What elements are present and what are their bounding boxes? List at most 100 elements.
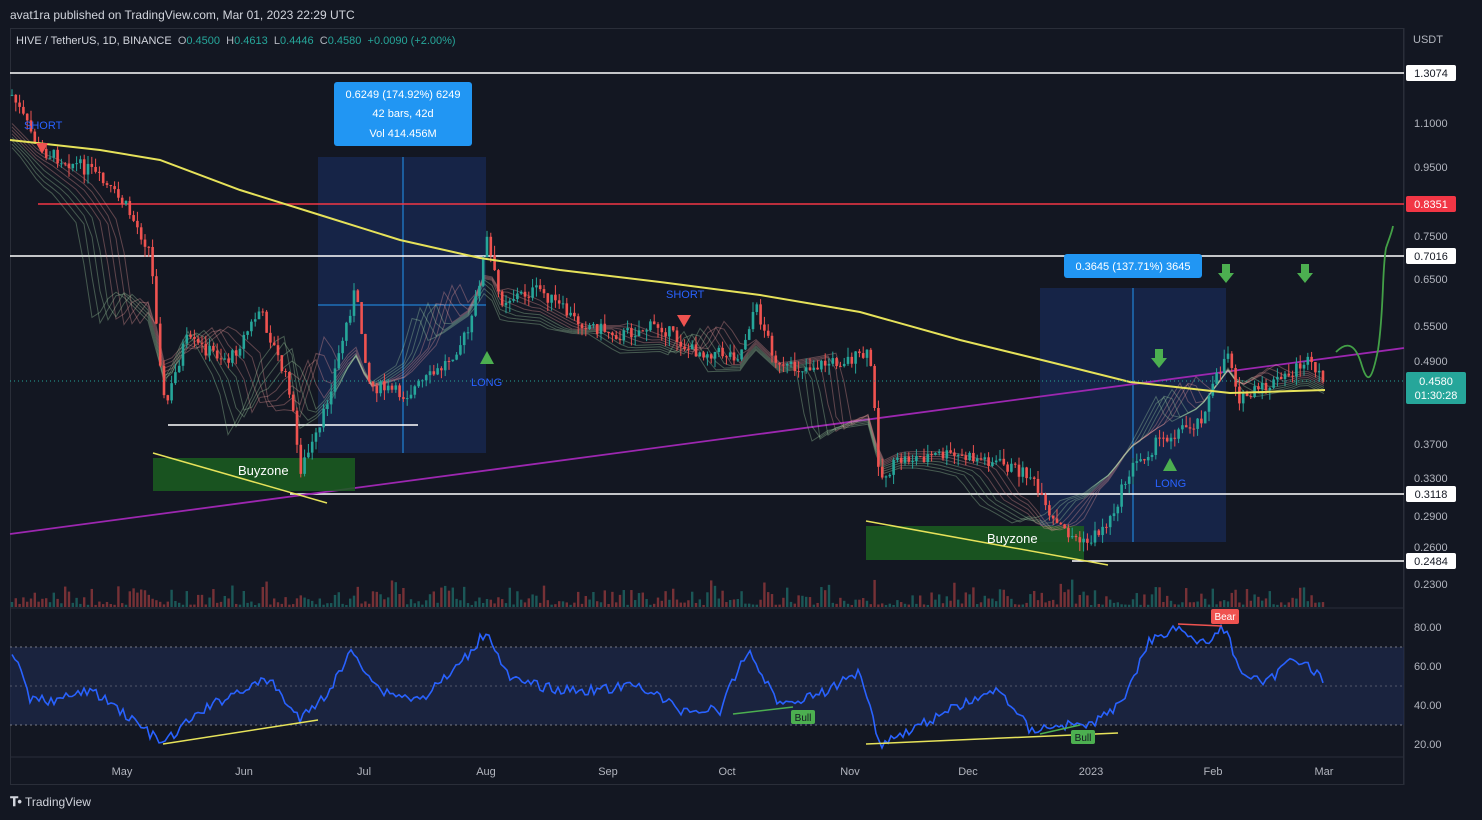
volume-bar (641, 592, 644, 607)
candle-body (170, 383, 173, 401)
candle-body (1230, 353, 1234, 368)
footer-brand[interactable]: 𝐓• TradingView (10, 794, 91, 810)
volume-bar (546, 600, 549, 607)
time-tick: Feb (1204, 766, 1223, 778)
candle-body (493, 255, 496, 271)
candle-body (246, 331, 249, 335)
volume-bar (94, 604, 97, 607)
volume-bar (26, 601, 29, 607)
volume-bar (915, 603, 918, 607)
volume-bar (235, 603, 238, 607)
volume-bar (626, 604, 629, 607)
volume-bars (10, 579, 1325, 607)
candle-body (436, 368, 439, 375)
volume-bar (983, 595, 986, 607)
volume-bar (1014, 604, 1017, 607)
candle-body (1116, 506, 1120, 514)
volume-bar (90, 588, 93, 607)
volume-bar (797, 595, 800, 607)
down-arrow-icon (1297, 264, 1313, 283)
time-tick: May (112, 766, 133, 778)
volume-bar (801, 595, 804, 607)
volume-bar (1302, 587, 1306, 607)
candle-body (671, 326, 675, 331)
volume-bar (345, 604, 348, 607)
candle-body (611, 332, 614, 336)
candle-body (956, 454, 960, 456)
candle-body (630, 328, 633, 338)
price-chart[interactable]: 0.6249 (174.92%) 6249 42 bars, 42d Vol 4… (0, 0, 1482, 790)
svg-text:0.8351: 0.8351 (1414, 199, 1448, 211)
candle-body (105, 183, 109, 185)
candle-body (1310, 356, 1313, 363)
volume-bar (121, 603, 124, 607)
candle-body (383, 381, 386, 391)
candle-body (820, 360, 823, 370)
candle-body (1317, 370, 1321, 373)
volume-bar (1063, 592, 1066, 607)
candle-body (1181, 425, 1184, 430)
candle-body (960, 454, 964, 456)
svg-text:0.3118: 0.3118 (1415, 489, 1448, 501)
candle-body (1146, 457, 1150, 461)
volume-bar (292, 604, 295, 607)
candle-body (538, 285, 542, 290)
volume-bar (208, 597, 211, 607)
candle-body (341, 340, 344, 354)
volume-bar (1074, 603, 1078, 607)
volume-bar (698, 599, 701, 607)
candle-body (1089, 542, 1093, 544)
candle-body (86, 163, 90, 175)
candle-body (797, 371, 800, 373)
volume-bar (922, 604, 926, 607)
candle-body (1040, 492, 1044, 495)
candle-body (557, 300, 561, 304)
volume-bar (930, 592, 933, 607)
volume-bar (489, 599, 492, 607)
candle-body (1158, 437, 1161, 439)
volume-bar (398, 593, 401, 607)
volume-bar (603, 590, 606, 607)
candle-body (846, 356, 850, 364)
candle-body (402, 397, 405, 399)
volume-bar (136, 592, 139, 607)
candle-body (1291, 375, 1294, 377)
volume-bar (1139, 604, 1142, 607)
candle-body (1200, 418, 1203, 424)
volume-bar (900, 602, 903, 607)
candle-body (911, 461, 914, 463)
candle-body (1059, 522, 1063, 525)
volume-bar (254, 604, 257, 607)
volume-bar (159, 601, 162, 607)
time-tick: 2023 (1079, 766, 1103, 778)
candle-body (983, 457, 987, 460)
candle-body (519, 291, 523, 294)
candle-body (603, 323, 607, 332)
rsi-tick: 60.00 (1414, 661, 1442, 673)
volume-bar (820, 587, 823, 607)
volume-bar (554, 604, 557, 607)
candle-body (405, 398, 409, 400)
short-label: SHORT (666, 289, 705, 301)
candle-body (71, 163, 75, 169)
candle-body (375, 385, 379, 394)
candle-body (318, 427, 322, 433)
candle-body (766, 330, 770, 336)
candle-body (584, 328, 588, 330)
volume-bar (824, 590, 827, 607)
candle-body (1268, 387, 1272, 391)
volume-bar (531, 594, 534, 607)
volume-bar (759, 599, 762, 607)
candle-body (975, 458, 979, 462)
candle-body (481, 257, 485, 286)
volume-bar (1299, 587, 1302, 607)
volume-bar (881, 603, 884, 607)
volume-bar (14, 598, 17, 607)
candle-body (554, 294, 557, 301)
volume-bar (782, 597, 785, 607)
volume-bar (846, 603, 850, 607)
candle-body (120, 197, 124, 205)
volume-bar (1177, 604, 1180, 607)
candle-body (744, 339, 747, 350)
volume-bar (1226, 601, 1230, 607)
